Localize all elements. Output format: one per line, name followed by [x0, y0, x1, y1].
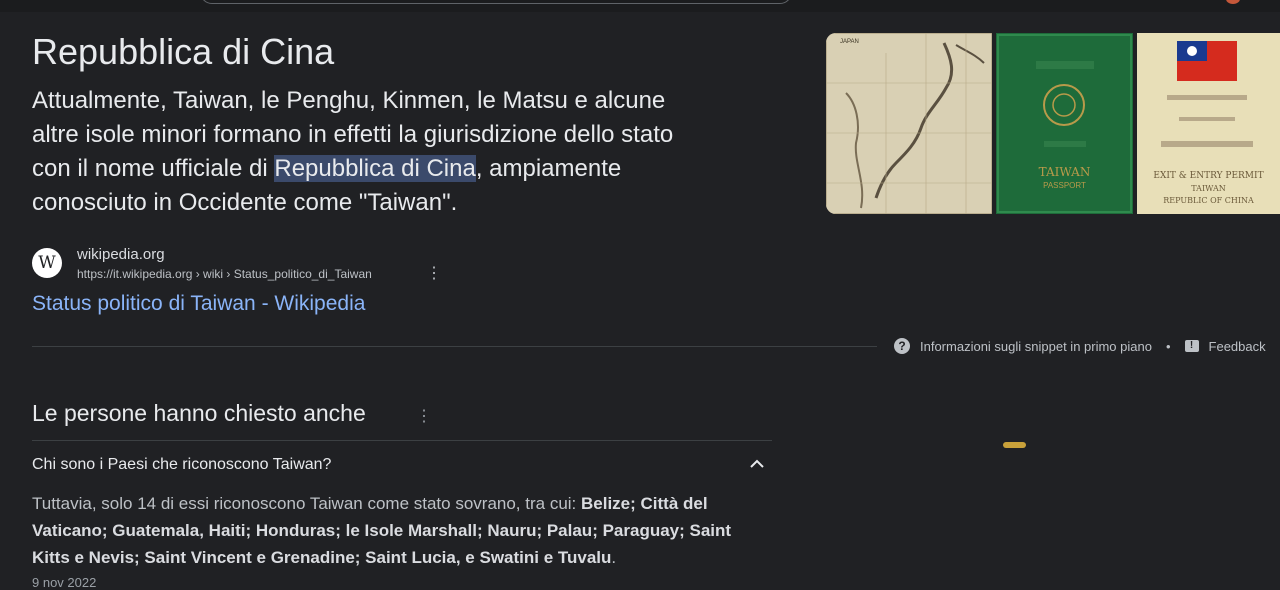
- paa-divider: [32, 440, 772, 441]
- site-name[interactable]: wikipedia.org: [77, 246, 165, 263]
- snippet-text: Attualmente, Taiwan, le Penghu, Kinmen, …: [32, 84, 702, 220]
- decorative-pill: [1003, 442, 1026, 448]
- snippet-divider: [32, 346, 877, 347]
- feedback-link[interactable]: Feedback: [1209, 339, 1266, 354]
- chevron-up-icon[interactable]: [749, 456, 765, 472]
- permit-line2: TAIWAN: [1191, 184, 1226, 193]
- snippet-info-link[interactable]: Informazioni sugli snippet in primo pian…: [920, 339, 1152, 354]
- permit-line1: EXIT & ENTRY PERMIT: [1153, 171, 1264, 181]
- permit-line3: REPUBLIC OF CHINA: [1163, 196, 1254, 205]
- top-strip: [0, 0, 1280, 12]
- more-options-icon[interactable]: ⋮: [426, 265, 442, 283]
- search-bar-edge[interactable]: [200, 0, 792, 4]
- separator-dot: •: [1165, 338, 1171, 354]
- result-title-link[interactable]: Status politico di Taiwan - Wikipedia: [32, 292, 365, 316]
- feedback-icon[interactable]: !: [1184, 340, 1199, 352]
- paa-answer: Tuttavia, solo 14 di essi riconoscono Ta…: [32, 490, 772, 571]
- wikipedia-favicon-icon: W: [32, 248, 62, 278]
- map-image[interactable]: JAPAN: [826, 33, 992, 214]
- answer-end: .: [611, 548, 617, 567]
- passport-image[interactable]: TAIWAN PASSPORT: [996, 33, 1133, 214]
- passport-line1: TAIWAN: [1038, 165, 1091, 179]
- snippet-title: Repubblica di Cina: [32, 31, 335, 72]
- paa-more-options-icon[interactable]: ⋮: [416, 406, 432, 426]
- passport-line2: PASSPORT: [1043, 181, 1086, 190]
- permit-image[interactable]: EXIT & ENTRY PERMIT TAIWAN REPUBLIC OF C…: [1137, 33, 1280, 214]
- question-icon[interactable]: ?: [894, 338, 910, 354]
- paa-title: Le persone hanno chiesto anche: [32, 400, 366, 426]
- snippet-images[interactable]: JAPAN TAIWAN PASSPORT EXIT & ENTRY PERMI…: [826, 33, 1280, 214]
- answer-intro: Tuttavia, solo 14 di essi riconoscono Ta…: [32, 494, 581, 513]
- snippet-footer: ? Informazioni sugli snippet in primo pi…: [894, 338, 1266, 354]
- snippet-highlight: Repubblica di Cina: [274, 155, 476, 182]
- map-label: JAPAN: [840, 39, 859, 45]
- map-of-japan-taiwan-icon: [826, 33, 992, 214]
- site-url[interactable]: https://it.wikipedia.org › wiki › Status…: [77, 267, 372, 281]
- account-avatar[interactable]: [1226, 0, 1240, 4]
- paa-question[interactable]: Chi sono i Paesi che riconoscono Taiwan?: [32, 456, 331, 474]
